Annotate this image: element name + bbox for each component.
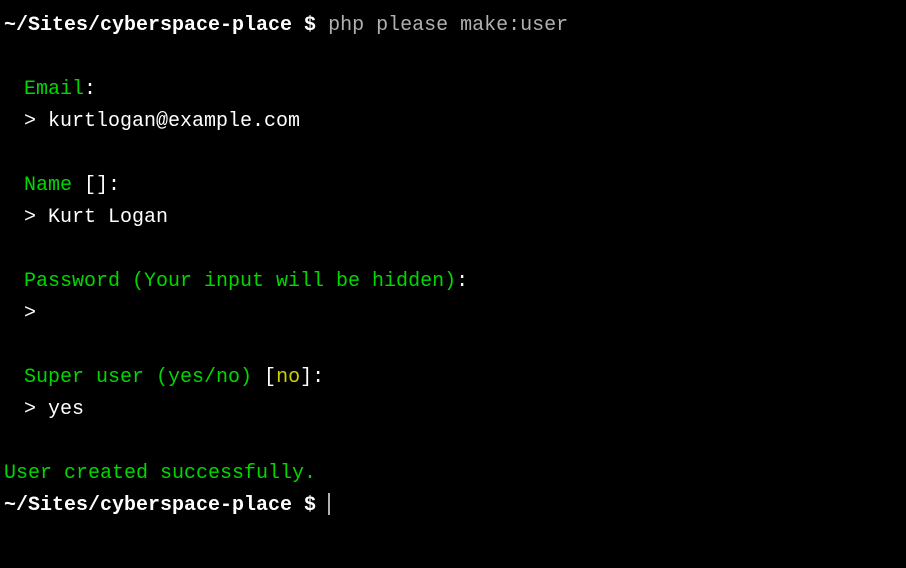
email-label: Email [24,78,84,101]
bracket-open: [ [264,366,276,389]
input-prefix: > [24,302,48,325]
superuser-label: Super user (yes/no) [24,366,264,389]
colon: : [84,78,96,101]
input-prefix: > [24,206,48,229]
bracket-close: ] [96,174,108,197]
prompt-line-1: ~/Sites/cyberspace-place $ php please ma… [4,10,902,42]
name-label: Name [24,174,84,197]
bracket-close: ] [300,366,312,389]
cursor-icon [328,493,330,515]
command-text: php please make:user [328,14,568,37]
cwd-path: ~/Sites/cyberspace-place [4,14,292,37]
superuser-value: yes [48,398,84,421]
email-value: kurtlogan@example.com [48,110,300,133]
prompt-sep: $ [292,14,328,37]
input-prefix: > [24,398,48,421]
colon: : [108,174,120,197]
blank-line [4,42,902,74]
superuser-default: no [276,366,300,389]
password-prompt-line: Password (Your input will be hidden): [4,266,902,298]
blank-line [4,330,902,362]
email-input-line[interactable]: > kurtlogan@example.com [4,106,902,138]
prompt-line-2[interactable]: ~/Sites/cyberspace-place $ [4,490,902,522]
superuser-input-line[interactable]: > yes [4,394,902,426]
name-value: Kurt Logan [48,206,168,229]
colon: : [312,366,324,389]
bracket-open: [ [84,174,96,197]
colon: : [456,270,468,293]
success-message: User created successfully. [4,462,316,485]
email-prompt-line: Email: [4,74,902,106]
name-prompt-line: Name []: [4,170,902,202]
prompt-sep: $ [292,494,328,517]
blank-line [4,426,902,458]
input-prefix: > [24,110,48,133]
password-input-line[interactable]: > [4,298,902,330]
cwd-path: ~/Sites/cyberspace-place [4,494,292,517]
blank-line [4,234,902,266]
superuser-prompt-line: Super user (yes/no) [no]: [4,362,902,394]
blank-line [4,138,902,170]
success-line: User created successfully. [4,458,902,490]
password-label: Password (Your input will be hidden) [24,270,456,293]
name-input-line[interactable]: > Kurt Logan [4,202,902,234]
